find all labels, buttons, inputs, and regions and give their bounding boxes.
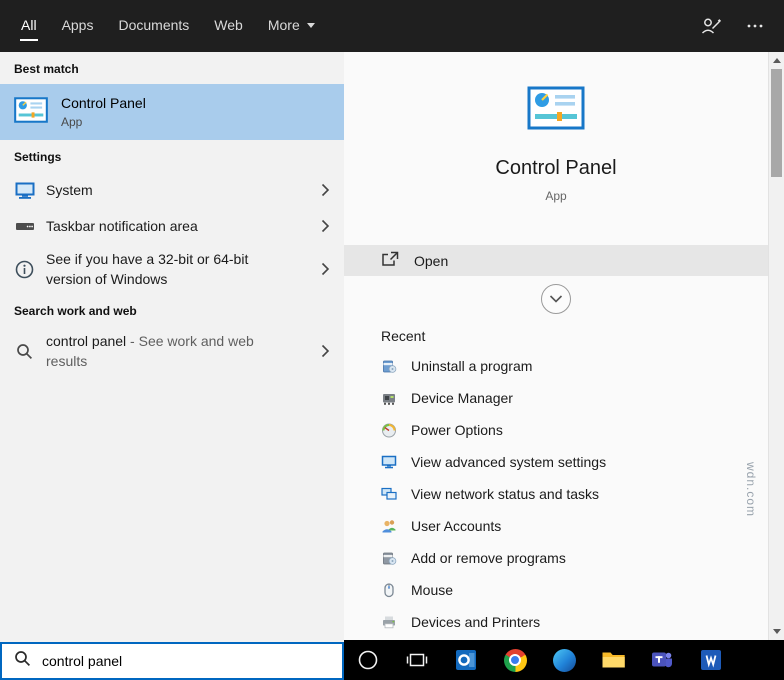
scrollbar-up-arrow-icon[interactable] xyxy=(773,58,781,63)
settings-item-label: See if you have a 32-bit or 64-bit versi… xyxy=(46,249,298,289)
recent-item-device-manager[interactable]: Device Manager xyxy=(344,382,768,414)
tab-all-label: All xyxy=(20,12,38,41)
chevron-right-icon[interactable] xyxy=(321,344,330,358)
chevron-down-icon xyxy=(549,295,563,303)
network-icon xyxy=(381,486,397,502)
recent-item-devices-printers[interactable]: Devices and Printers xyxy=(344,606,768,638)
recent-item-label: User Accounts xyxy=(411,518,501,534)
chevron-down-icon xyxy=(307,23,315,28)
tab-more-label: More xyxy=(268,17,300,33)
chevron-right-icon[interactable] xyxy=(321,183,330,197)
word-icon[interactable] xyxy=(698,640,724,680)
search-filter-bar: All Apps Documents Web More xyxy=(0,0,784,52)
scrollbar[interactable] xyxy=(768,52,784,640)
tab-apps[interactable]: Apps xyxy=(61,0,95,52)
taskbar-notification-icon xyxy=(14,218,35,234)
outlook-icon[interactable] xyxy=(453,640,479,680)
app-title: Control Panel xyxy=(344,157,768,180)
taskbar-search-box[interactable] xyxy=(0,642,344,680)
results-panel: Best match Control Panel App Settings xyxy=(0,52,344,642)
web-search-query: control panel xyxy=(46,333,126,349)
recent-item-label: Mouse xyxy=(411,582,453,598)
preview-panel: Control Panel App Open Recent xyxy=(344,52,768,640)
recent-item-label: Devices and Printers xyxy=(411,614,540,630)
search-icon xyxy=(14,343,35,360)
device-manager-icon xyxy=(381,390,397,406)
recent-header: Recent xyxy=(381,328,768,344)
settings-header: Settings xyxy=(0,140,344,172)
more-options-icon[interactable] xyxy=(746,17,764,35)
tab-web[interactable]: Web xyxy=(213,0,244,52)
taskbar xyxy=(344,640,784,680)
tab-web-label: Web xyxy=(213,12,244,41)
edge-icon[interactable] xyxy=(551,640,577,680)
feedback-icon[interactable] xyxy=(700,16,722,36)
scrollbar-thumb[interactable] xyxy=(771,69,782,177)
system-monitor-icon xyxy=(381,454,397,470)
open-action[interactable]: Open xyxy=(344,245,768,276)
tab-more[interactable]: More xyxy=(267,0,316,52)
recent-item-uninstall-program[interactable]: Uninstall a program xyxy=(344,350,768,382)
system-icon xyxy=(14,182,35,199)
best-match-item[interactable]: Control Panel App xyxy=(0,84,344,140)
recent-item-label: Uninstall a program xyxy=(411,358,532,374)
search-input[interactable] xyxy=(42,653,330,669)
web-search-result[interactable]: control panel - See work and web results xyxy=(0,326,344,376)
windows-search-panel: All Apps Documents Web More xyxy=(0,0,784,680)
watermark: wdn.com xyxy=(744,462,758,517)
recent-item-label: Power Options xyxy=(411,422,503,438)
recent-item-label: View advanced system settings xyxy=(411,454,606,470)
recent-item-add-remove-programs[interactable]: Add or remove programs xyxy=(344,542,768,574)
file-explorer-icon[interactable] xyxy=(600,640,626,680)
recent-item-advanced-system-settings[interactable]: View advanced system settings xyxy=(344,446,768,478)
recent-item-label: View network status and tasks xyxy=(411,486,599,502)
chevron-right-icon[interactable] xyxy=(321,262,330,276)
best-match-header: Best match xyxy=(0,52,344,84)
open-label: Open xyxy=(414,253,448,269)
power-options-icon xyxy=(381,422,397,438)
tab-documents-label: Documents xyxy=(117,12,190,41)
recent-item-label: Add or remove programs xyxy=(411,550,566,566)
recent-item-power-options[interactable]: Power Options xyxy=(344,414,768,446)
recent-item-label: Device Manager xyxy=(411,390,513,406)
program-box-icon xyxy=(381,358,397,374)
user-accounts-icon xyxy=(381,518,397,534)
app-subtitle: App xyxy=(344,189,768,203)
tab-apps-label: Apps xyxy=(61,12,95,41)
recent-item-network-status[interactable]: View network status and tasks xyxy=(344,478,768,510)
chevron-right-icon[interactable] xyxy=(321,219,330,233)
tab-all[interactable]: All xyxy=(20,0,38,52)
search-icon xyxy=(14,650,31,672)
best-match-title: Control Panel xyxy=(61,95,146,111)
control-panel-icon xyxy=(14,97,48,128)
settings-item-label: Taskbar notification area xyxy=(46,216,298,236)
printer-icon xyxy=(381,614,397,630)
settings-item-taskbar-notification[interactable]: Taskbar notification area xyxy=(0,208,344,244)
task-view-icon[interactable] xyxy=(404,640,430,680)
program-box-icon xyxy=(381,550,397,566)
recent-item-mouse[interactable]: Mouse xyxy=(344,574,768,606)
settings-item-label: System xyxy=(46,180,298,200)
control-panel-icon xyxy=(527,86,585,135)
best-match-subtitle: App xyxy=(61,115,146,129)
cortana-icon[interactable] xyxy=(355,640,381,680)
tab-documents[interactable]: Documents xyxy=(117,0,190,52)
info-icon xyxy=(14,260,35,279)
chrome-icon[interactable] xyxy=(502,640,528,680)
filter-tabs: All Apps Documents Web More xyxy=(20,0,316,52)
search-work-web-header: Search work and web xyxy=(0,294,344,326)
recent-item-user-accounts[interactable]: User Accounts xyxy=(344,510,768,542)
settings-item-32-64-bit[interactable]: See if you have a 32-bit or 64-bit versi… xyxy=(0,244,344,294)
expand-actions-button[interactable] xyxy=(541,284,571,314)
teams-icon[interactable] xyxy=(649,640,675,680)
open-icon xyxy=(381,251,399,270)
mouse-icon xyxy=(381,582,397,598)
settings-item-system[interactable]: System xyxy=(0,172,344,208)
scrollbar-down-arrow-icon[interactable] xyxy=(773,629,781,634)
